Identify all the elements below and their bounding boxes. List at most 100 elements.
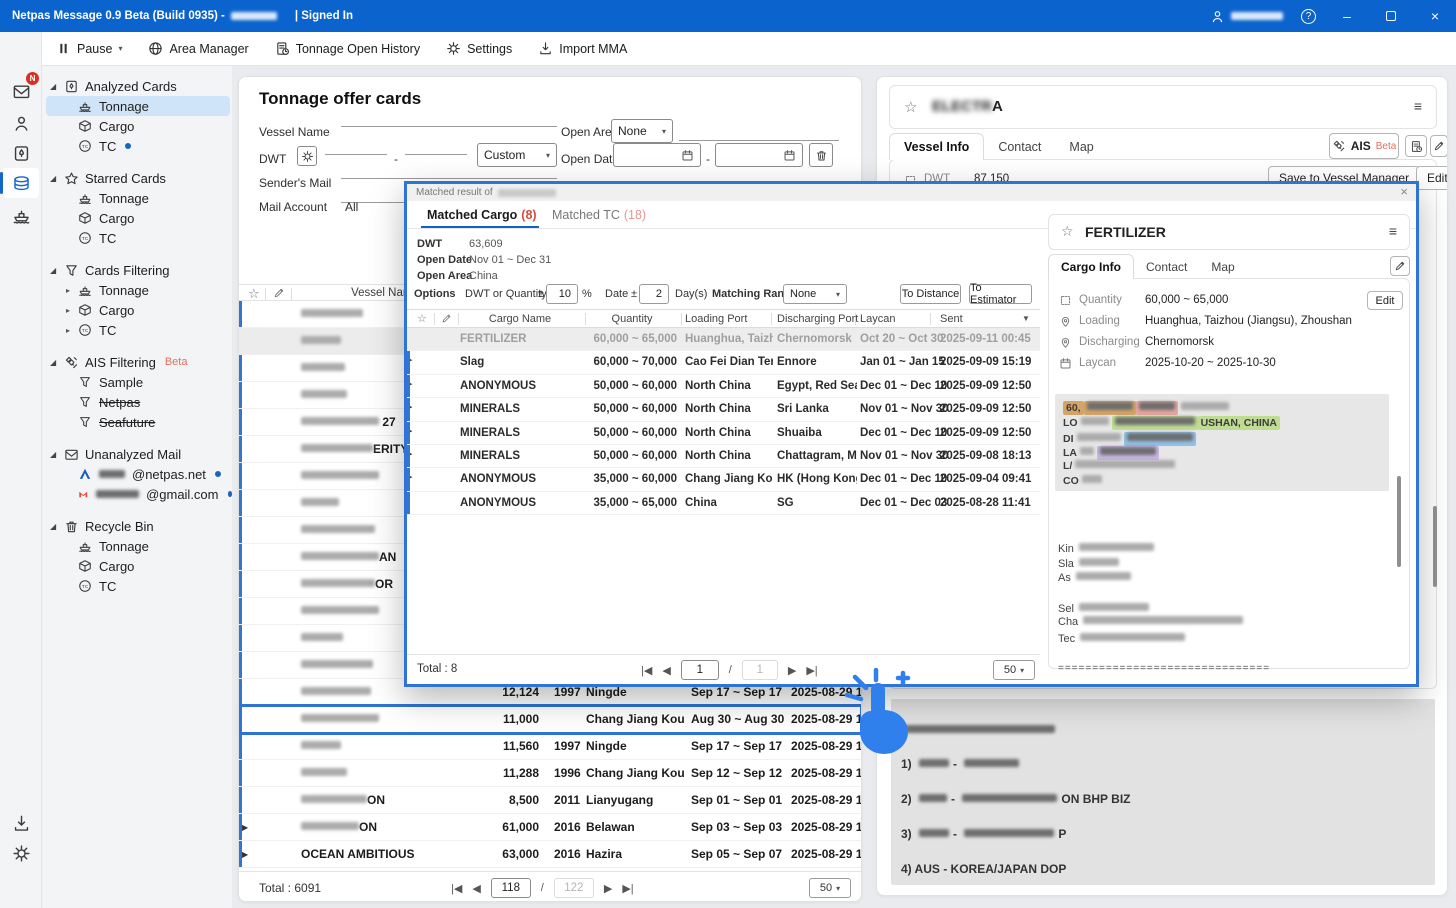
star-column-icon[interactable]: ☆ [417, 312, 427, 325]
table-row[interactable]: 11,5601997NingdeSep 17 ~ Sep 172025-08-2… [239, 733, 862, 760]
expander-icon[interactable]: ◢ [50, 82, 58, 91]
sidebar-item-tc[interactable]: TC [42, 576, 232, 596]
modal-titlebar[interactable]: Matched result of [407, 184, 1416, 201]
prev-page-button[interactable]: ◀ [472, 882, 480, 895]
maximize-button[interactable] [1378, 3, 1404, 29]
expand-arrow-icon[interactable]: ▶ [242, 850, 248, 859]
user-menu[interactable] [1210, 9, 1283, 24]
sidebar-section-starred-cards[interactable]: ◢Starred Cards [42, 168, 232, 188]
toolbar-import-mma-button[interactable]: Import MMA [538, 41, 627, 56]
note-column-icon[interactable] [273, 287, 285, 299]
rail-cards-database-button[interactable] [3, 168, 39, 198]
collapsed-arrow-icon[interactable]: ▸ [66, 306, 70, 315]
menu-icon[interactable]: ≡ [1414, 98, 1422, 114]
tab-matched-tc[interactable]: Matched TC(18) [552, 208, 646, 222]
sidebar-item-tonnage[interactable]: Tonnage [42, 536, 232, 556]
expander-icon[interactable]: ◢ [50, 266, 58, 275]
quantity-header[interactable]: Quantity [587, 313, 677, 325]
discharging-port-header[interactable]: Discharging Port [777, 313, 858, 325]
rail-vessels-button[interactable] [3, 200, 39, 230]
tab-map[interactable]: Map [1055, 134, 1107, 160]
clear-dates-button[interactable] [809, 143, 833, 167]
sidebar-item-tonnage[interactable]: Tonnage [46, 96, 230, 116]
tab-matched-cargo[interactable]: Matched Cargo(8) [427, 208, 537, 222]
sidebar-item-tc[interactable]: TC [42, 136, 232, 156]
sidebar-item--gmail-com[interactable]: @gmail.com [42, 484, 232, 504]
tab-contact[interactable]: Contact [984, 134, 1055, 160]
expand-arrow-icon[interactable]: ▶ [407, 451, 412, 458]
sort-desc-icon[interactable]: ▼ [1022, 314, 1030, 323]
cargo-name-header[interactable]: Cargo Name [460, 313, 580, 325]
sidebar-section-recycle-bin[interactable]: ◢Recycle Bin [42, 516, 232, 536]
star-icon[interactable]: ☆ [1061, 223, 1074, 240]
matching-range-select[interactable]: None▾ [783, 284, 847, 304]
open-area-input[interactable] [679, 121, 839, 141]
current-page-input[interactable]: 118 [491, 878, 531, 898]
cargo-row[interactable]: ▶ANONYMOUS35,000 ~ 60,000Chang Jiang Kou… [407, 468, 1040, 491]
sent-header[interactable]: Sent [940, 313, 963, 325]
edit-button[interactable]: Edit [1416, 166, 1448, 190]
next-page-button[interactable]: ▶ [788, 664, 796, 677]
cargo-row[interactable]: ▶MINERALS50,000 ~ 60,000North ChinaShuai… [407, 422, 1040, 445]
expand-arrow-icon[interactable]: ▶ [242, 823, 248, 832]
sidebar-item-tc[interactable]: TC [42, 228, 232, 248]
collapsed-arrow-icon[interactable]: ▸ [66, 326, 70, 335]
last-page-button[interactable]: ▶| [622, 882, 633, 895]
to-distance-button[interactable]: To Distance [900, 284, 961, 304]
toolbar-pause-button[interactable]: Pause▾ [56, 41, 122, 56]
sidebar-item-cargo[interactable]: ▸Cargo [42, 300, 232, 320]
table-row[interactable]: ▶ON61,0002016BelawanSep 03 ~ Sep 032025-… [239, 814, 862, 841]
ais-button[interactable]: AIS Beta [1329, 133, 1399, 159]
loading-port-header[interactable]: Loading Port [685, 313, 747, 325]
quantity-tolerance-input[interactable]: 10 [546, 284, 578, 304]
edit-note-button[interactable] [1430, 135, 1448, 157]
open-area-select[interactable]: None▾ [611, 119, 673, 143]
cargo-row[interactable]: ▶Slag60,000 ~ 70,000Cao Fei Dian Termi..… [407, 351, 1040, 374]
help-button[interactable]: ? [1301, 9, 1316, 24]
sidebar-section-ais-filtering[interactable]: ◢AIS FilteringBeta [42, 352, 232, 372]
note-column-icon[interactable] [441, 313, 452, 324]
sidebar-item-tonnage[interactable]: ▸Tonnage [42, 280, 232, 300]
cargo-row[interactable]: ANONYMOUS35,000 ~ 65,000ChinaSGDec 01 ~ … [407, 492, 1040, 515]
current-page-input[interactable]: 1 [681, 660, 719, 680]
open-date-from-input[interactable] [613, 143, 701, 167]
sidebar-item-tonnage[interactable]: Tonnage [42, 188, 232, 208]
sidebar-item-sample[interactable]: Sample [42, 372, 232, 392]
edit-note-button[interactable] [1390, 256, 1410, 276]
sidebar-item-netpas[interactable]: Netpas [42, 392, 232, 412]
senders-mail-input[interactable] [341, 159, 557, 179]
page-size-select[interactable]: 50 ▾ [809, 878, 851, 898]
rail-download-button[interactable] [3, 808, 39, 838]
page-size-select[interactable]: 50 ▾ [993, 660, 1035, 680]
expander-icon[interactable]: ◢ [50, 358, 58, 367]
cargo-row[interactable]: FERTILIZER60,000 ~ 65,000Huanghua, Taizh… [407, 328, 1040, 351]
expand-arrow-icon[interactable]: ▶ [407, 428, 412, 435]
sidebar-section-cards-filtering[interactable]: ◢Cards Filtering [42, 260, 232, 280]
star-icon[interactable]: ☆ [904, 98, 917, 116]
expand-arrow-icon[interactable]: ▶ [407, 404, 412, 411]
vessel-name-input[interactable] [341, 107, 557, 127]
edit-button[interactable]: Edit [1367, 291, 1403, 310]
history-button[interactable] [1405, 135, 1427, 157]
sidebar-item-seafuture[interactable]: Seafuture [42, 412, 232, 432]
tab-map[interactable]: Map [1199, 255, 1246, 279]
tab-vessel-info[interactable]: Vessel Info [889, 133, 984, 160]
dwt-settings-button[interactable] [297, 146, 317, 166]
expand-arrow-icon[interactable]: ▶ [407, 381, 412, 388]
expand-arrow-icon[interactable]: ▶ [407, 357, 412, 364]
sidebar-item--netpas-net[interactable]: @netpas.net [42, 464, 232, 484]
expander-icon[interactable]: ◢ [50, 450, 58, 459]
toolbar-tonnage-open-history-button[interactable]: Tonnage Open History [275, 41, 420, 56]
scrollbar-thumb[interactable] [1397, 476, 1401, 567]
table-row[interactable]: ON8,5002011LianyugangSep 01 ~ Sep 012025… [239, 787, 862, 814]
table-row[interactable]: ▶OCEAN AMBITIOUS63,0002016HaziraSep 05 ~… [239, 841, 862, 868]
expand-arrow-icon[interactable]: ▶ [407, 474, 412, 481]
dwt-to-input[interactable] [405, 135, 467, 155]
expander-icon[interactable]: ◢ [50, 522, 58, 531]
open-date-to-input[interactable] [715, 143, 803, 167]
tab-contact[interactable]: Contact [1134, 255, 1199, 279]
collapsed-arrow-icon[interactable]: ▸ [66, 286, 70, 295]
date-tolerance-input[interactable]: 2 [639, 284, 669, 304]
close-button[interactable]: × [1422, 3, 1448, 29]
next-page-button[interactable]: ▶ [604, 882, 612, 895]
